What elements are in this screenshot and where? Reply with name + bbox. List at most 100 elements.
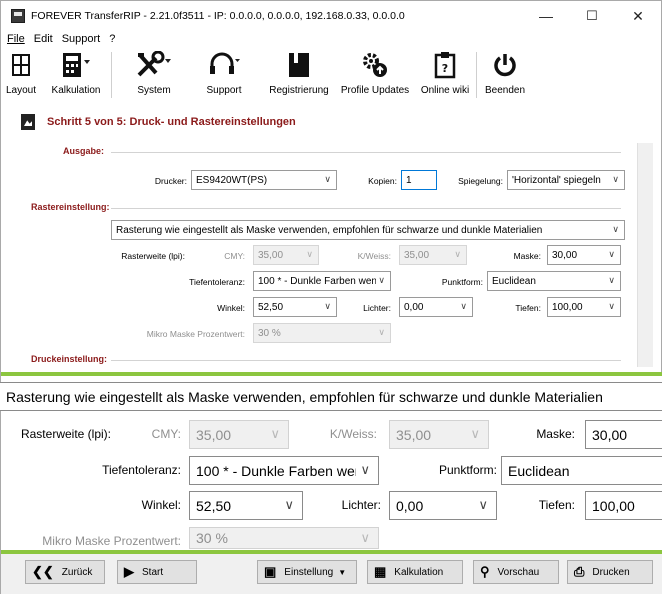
maske-select[interactable]: 30,00 ∨ bbox=[547, 245, 621, 265]
beenden-label: Beenden bbox=[484, 85, 526, 96]
chevron-down-icon: ∨ bbox=[470, 426, 480, 441]
minimize-button[interactable]: — bbox=[523, 1, 569, 31]
zoom-punktform-label: Punktform: bbox=[438, 463, 497, 477]
support-button[interactable]: Support bbox=[194, 50, 254, 100]
layout-label: Layout bbox=[5, 85, 37, 96]
vorschau-label: Vorschau bbox=[497, 566, 540, 578]
toolbar-divider bbox=[111, 52, 112, 98]
profile-updates-button[interactable]: Profile Updates bbox=[338, 50, 412, 100]
chevron-down-icon: ∨ bbox=[324, 301, 331, 311]
winkel-label: Winkel: bbox=[217, 303, 245, 313]
zoom-tiefen-select[interactable]: 100,00 bbox=[585, 491, 662, 520]
kalkulation-button[interactable]: Kalkulation bbox=[47, 50, 105, 100]
lichter-select[interactable]: 0,00 ∨ bbox=[399, 297, 473, 317]
zoom-tiefentoleranz-label: Tiefentoleranz: bbox=[102, 463, 181, 477]
zoomed-raster-panel: Rasterung wie eingestellt als Maske verw… bbox=[0, 376, 662, 550]
drucken-label: Drucken bbox=[592, 566, 630, 578]
raster-mode-select[interactable]: Rasterung wie eingestellt als Maske verw… bbox=[111, 220, 625, 240]
menu-file[interactable]: File bbox=[7, 33, 25, 45]
punktform-label: Punktform: bbox=[441, 277, 483, 287]
chevron-down-icon: ∨ bbox=[378, 275, 385, 285]
kopien-input[interactable]: 1 bbox=[401, 170, 437, 190]
zurueck-label: Zurück bbox=[61, 566, 93, 578]
zoom-winkel-select[interactable]: 52,50 ∨ bbox=[189, 491, 303, 520]
tiefentoleranz-select[interactable]: 100 * - Dunkle Farben wenig ∨ bbox=[253, 271, 391, 291]
zoom-mikro-value: 30 % bbox=[196, 530, 228, 546]
online-wiki-label: Online wiki bbox=[420, 85, 470, 96]
cmy-label: CMY: bbox=[224, 251, 245, 261]
settings-panel: Schritt 5 von 5: Druck- und Rastereinste… bbox=[7, 106, 637, 368]
mikro-label: Mikro Maske Prozentwert: bbox=[146, 329, 245, 339]
drucken-button[interactable]: ⎙ Drucken bbox=[567, 560, 653, 584]
zoom-lichter-select[interactable]: 0,00 ∨ bbox=[389, 491, 497, 520]
chevron-down-icon: ∨ bbox=[608, 301, 615, 311]
punktform-select[interactable]: Euclidean ∨ bbox=[487, 271, 621, 291]
maximize-button[interactable]: ☐ bbox=[569, 1, 615, 31]
cmy-select[interactable]: 35,00 ∨ bbox=[253, 245, 319, 265]
bottom-button-bar: ❮❮ Zurück ▶ Start ▣ Einstellung ▼ ▦ Kalk… bbox=[1, 554, 662, 594]
zoom-raster-mode-select[interactable]: Rasterung wie eingestellt als Maske verw… bbox=[0, 382, 662, 411]
support-label: Support bbox=[206, 85, 242, 96]
zoom-maske-label: Maske: bbox=[536, 427, 575, 441]
tiefen-select[interactable]: 100,00 ∨ bbox=[547, 297, 621, 317]
zurueck-button[interactable]: ❮❮ Zurück bbox=[25, 560, 105, 584]
menu-edit[interactable]: Edit bbox=[34, 33, 53, 45]
zoom-maske-value: 30,00 bbox=[592, 426, 628, 443]
mikro-select[interactable]: 30 % ∨ bbox=[253, 323, 391, 343]
tools-icon bbox=[136, 50, 172, 80]
kalkulation-bottom-button[interactable]: ▦ Kalkulation bbox=[367, 560, 463, 584]
kweiss-select[interactable]: 35,00 ∨ bbox=[399, 245, 467, 265]
chevron-down-icon: ∨ bbox=[460, 301, 467, 311]
vertical-scrollbar[interactable] bbox=[637, 143, 653, 367]
zoom-mikro-select[interactable]: 30 % ∨ bbox=[189, 527, 379, 549]
winkel-select[interactable]: 52,50 ∨ bbox=[253, 297, 337, 317]
toolbar-divider bbox=[476, 52, 477, 98]
title-bar: FOREVER TransferRIP - 2.21.0f3511 - IP: … bbox=[1, 1, 661, 31]
kopien-label: Kopien: bbox=[368, 176, 397, 186]
layout-icon bbox=[11, 50, 31, 80]
layout-button[interactable]: Layout bbox=[3, 50, 39, 100]
zoom-kweiss-select[interactable]: 35,00 ∨ bbox=[389, 420, 489, 449]
lichter-label: Lichter: bbox=[363, 303, 391, 313]
ausgabe-section-label: Ausgabe: bbox=[63, 146, 105, 156]
drucker-select[interactable]: ES9420WT(PS) ∨ bbox=[191, 170, 337, 190]
kweiss-label: K/Weiss: bbox=[357, 251, 391, 261]
spiegelung-select[interactable]: 'Horizontal' spiegeln ∨ bbox=[507, 170, 625, 190]
tiefentoleranz-label: Tiefentoleranz: bbox=[189, 277, 245, 287]
online-wiki-button[interactable]: ? Online wiki bbox=[416, 50, 474, 100]
zoom-raster-mode-value: Rasterung wie eingestellt als Maske verw… bbox=[6, 388, 603, 405]
chevron-down-icon: ▼ bbox=[338, 567, 347, 577]
registrierung-button[interactable]: Registrierung bbox=[264, 50, 334, 100]
start-button[interactable]: ▶ Start bbox=[117, 560, 197, 584]
svg-text:?: ? bbox=[442, 62, 448, 75]
chevron-down-icon: ∨ bbox=[324, 174, 331, 184]
beenden-button[interactable]: Beenden bbox=[483, 50, 527, 100]
punktform-value: Euclidean bbox=[492, 275, 536, 287]
zoom-cmy-select[interactable]: 35,00 ∨ bbox=[189, 420, 289, 449]
power-icon bbox=[492, 50, 518, 80]
lichter-value: 0,00 bbox=[404, 301, 424, 313]
profile-updates-label: Profile Updates bbox=[340, 85, 410, 96]
zoom-rasterweite-label: Rasterweite (lpi): bbox=[20, 427, 111, 441]
vorschau-button[interactable]: ⚲ Vorschau bbox=[473, 560, 559, 584]
raster-section-label: Rastereinstellung: bbox=[31, 202, 110, 212]
chevron-down-icon: ∨ bbox=[378, 327, 385, 337]
zoom-maske-select[interactable]: 30,00 bbox=[585, 420, 662, 449]
toolbar: Layout Kalkulation System Support Regist… bbox=[1, 48, 661, 102]
spiegelung-label: Spiegelung: bbox=[458, 176, 503, 186]
einstellung-button[interactable]: ▣ Einstellung ▼ bbox=[257, 560, 357, 584]
kweiss-value: 35,00 bbox=[404, 249, 430, 261]
zoom-punktform-select[interactable]: Euclidean bbox=[501, 456, 662, 485]
window-title: FOREVER TransferRIP - 2.21.0f3511 - IP: … bbox=[31, 10, 405, 22]
druck-section-label: Druckeinstellung: bbox=[31, 354, 108, 364]
menu-help[interactable]: ? bbox=[109, 33, 115, 45]
zoom-tiefentoleranz-select[interactable]: 100 * - Dunkle Farben wenig ∨ bbox=[189, 456, 379, 485]
printer-icon: ⎙ bbox=[574, 564, 585, 579]
step-heading: Schritt 5 von 5: Druck- und Rastereinste… bbox=[21, 114, 296, 130]
zoom-tiefen-label: Tiefen: bbox=[538, 498, 575, 512]
close-button[interactable]: ✕ bbox=[615, 1, 661, 31]
menu-support[interactable]: Support bbox=[62, 33, 101, 45]
rasterweite-label: Rasterweite (lpi): bbox=[121, 251, 185, 261]
system-button[interactable]: System bbox=[124, 50, 184, 100]
play-icon: ▶ bbox=[124, 564, 134, 579]
